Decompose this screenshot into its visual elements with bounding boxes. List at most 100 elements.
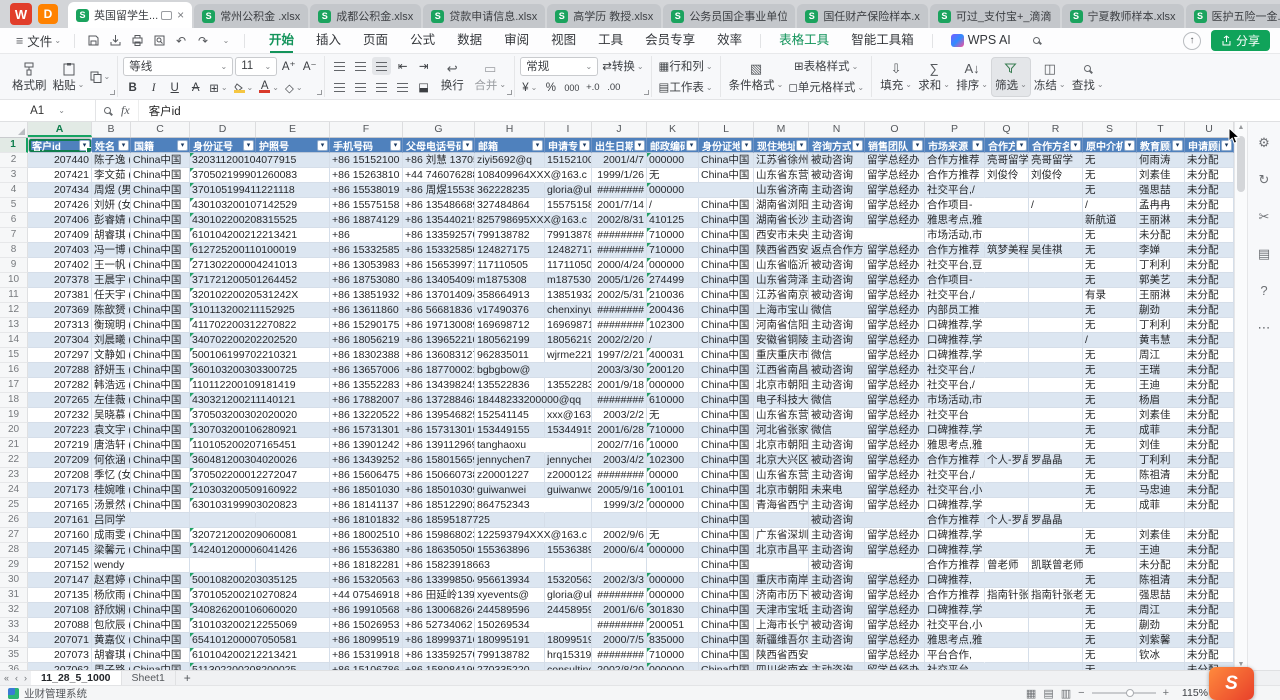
cell-F27[interactable]: +86 18002510 — [330, 528, 403, 543]
row-header-22[interactable]: 22 — [0, 453, 28, 468]
cell-C27[interactable]: China中国 — [131, 528, 190, 543]
align-right-button[interactable] — [372, 78, 391, 96]
cell-S8[interactable]: 无 — [1083, 243, 1137, 258]
cell-B11[interactable]: 任天宇 (女) — [92, 288, 131, 303]
paste-button[interactable]: 粘贴⌄ — [50, 57, 88, 97]
cell-U35[interactable]: 未分配 — [1185, 648, 1234, 663]
cell-C21[interactable]: China中国 — [131, 438, 190, 453]
cell-J32[interactable]: 2001/6/6 — [592, 603, 647, 618]
cell-L8[interactable]: China中国 — [699, 243, 754, 258]
cell-D23[interactable]: 370502200012272047 — [190, 468, 256, 483]
cell-G4[interactable]: +86 周煜155380 — [403, 183, 475, 198]
cell-F30[interactable]: +86 15320563 — [330, 573, 403, 588]
cell-R18[interactable] — [1029, 393, 1083, 408]
cell-D7[interactable]: 610104200212213421 — [190, 228, 256, 243]
column-header-L[interactable]: L — [699, 122, 754, 137]
cell-O4[interactable]: 留学总经办 — [865, 183, 925, 198]
cell-G8[interactable]: +86 15332585001 — [403, 243, 475, 258]
cell-T27[interactable]: 刘素佳 — [1137, 528, 1185, 543]
cell-J25[interactable]: 1999/3/2 — [592, 498, 647, 513]
vertical-scrollbar[interactable]: ▲ ▼ — [1234, 122, 1247, 670]
underline-button[interactable]: U — [165, 79, 184, 97]
decrease-decimal-button[interactable]: .00 — [604, 79, 623, 97]
cell-K35[interactable]: 710000 — [647, 648, 699, 663]
cell-N30[interactable]: 主动咨询 — [809, 573, 865, 588]
cell-B8[interactable]: 冯一博 (男) — [92, 243, 131, 258]
cell-J4[interactable]: ######## — [592, 183, 647, 198]
clipboard-expand-icon[interactable] — [110, 90, 115, 95]
cell-G20[interactable]: +86 15731301693 — [403, 423, 475, 438]
cell-J2[interactable]: 2001/4/7 — [592, 153, 647, 168]
row-header-5[interactable]: 5 — [0, 198, 28, 213]
cell-D33[interactable]: 310103200212255069 — [190, 618, 256, 633]
cell-U6[interactable]: 未分配 — [1185, 213, 1234, 228]
cell-H32[interactable]: 244589596 — [475, 603, 545, 618]
cell-T30[interactable]: 陈祖清 — [1137, 573, 1185, 588]
cell-S26[interactable] — [1083, 513, 1137, 528]
column-header-C[interactable]: C — [131, 122, 190, 137]
filter-dropdown-icon[interactable]: ▾ — [177, 140, 188, 151]
cell-P8[interactable]: 合作方推荐 — [925, 243, 985, 258]
cell-Q13[interactable] — [985, 318, 1029, 333]
cell-N20[interactable]: 微信 — [809, 423, 865, 438]
cell-R28[interactable] — [1029, 543, 1083, 558]
filter-dropdown-icon[interactable]: ▾ — [1124, 140, 1135, 151]
row-header-31[interactable]: 31 — [0, 588, 28, 603]
cell-T5[interactable]: 孟冉冉 — [1137, 198, 1185, 213]
cell-M8[interactable]: 陕西省西安 — [754, 243, 809, 258]
cell-F22[interactable]: +86 13439252 — [330, 453, 403, 468]
cell-R31[interactable]: 指南针张老 — [1029, 588, 1083, 603]
cell-A24[interactable]: 207173 — [28, 483, 92, 498]
header-cell-C[interactable]: 国籍▾ — [131, 138, 190, 153]
cell-J11[interactable]: 2002/5/31 — [592, 288, 647, 303]
cell-R36[interactable] — [1029, 663, 1083, 670]
cell-P28[interactable]: 口碑推荐,学 — [925, 543, 985, 558]
cell-L35[interactable]: China中国 — [699, 648, 754, 663]
cell-O35[interactable]: 留学总经办 — [865, 648, 925, 663]
cell-K11[interactable]: 210036 — [647, 288, 699, 303]
cell-O18[interactable]: 留学总经办 — [865, 393, 925, 408]
cell-O24[interactable]: 留学总经办 — [865, 483, 925, 498]
cell-C24[interactable]: China中国 — [131, 483, 190, 498]
cell-D25[interactable]: 630103199903020823 — [190, 498, 256, 513]
cell-M17[interactable]: 北京市朝阳 — [754, 378, 809, 393]
cell-P4[interactable]: 社交平台,/ — [925, 183, 985, 198]
fx-icon[interactable]: fx — [121, 103, 130, 118]
cell-G18[interactable]: +86 13728846803 — [403, 393, 475, 408]
filter-dropdown-icon[interactable]: ▾ — [796, 140, 807, 151]
cell-T21[interactable]: 刘佳 — [1137, 438, 1185, 453]
row-header-20[interactable]: 20 — [0, 423, 28, 438]
cell-B27[interactable]: 成雨雯 (女) — [92, 528, 131, 543]
cell-J24[interactable]: 2005/9/16 — [592, 483, 647, 498]
cell-N24[interactable]: 未来电 — [809, 483, 865, 498]
cell-D14[interactable]: 340702200202202520 — [190, 333, 256, 348]
cell-M7[interactable]: 西安市未央 — [754, 228, 809, 243]
cell-I16[interactable] — [545, 363, 592, 378]
cell-M18[interactable]: 电子科技大 — [754, 393, 809, 408]
cell-H2[interactable]: ziyi5692@q — [475, 153, 545, 168]
cell-N3[interactable]: 被动咨询 — [809, 168, 865, 183]
zoom-in-icon[interactable]: + — [1163, 687, 1169, 699]
cell-H25[interactable]: 864752343 — [475, 498, 545, 513]
cell-U3[interactable]: 未分配 — [1185, 168, 1234, 183]
cell-P36[interactable]: 社交平台 — [925, 663, 985, 670]
share-button[interactable]: 分享 — [1211, 30, 1270, 51]
cell-P5[interactable]: 合作项目- — [925, 198, 985, 213]
cell-T12[interactable]: 蒯劲 — [1137, 303, 1185, 318]
cell-I31[interactable]: gloria@uki — [545, 588, 592, 603]
cell-N17[interactable]: 主动咨询 — [809, 378, 865, 393]
cell-Q15[interactable] — [985, 348, 1029, 363]
cell-O11[interactable]: 留学总经办 — [865, 288, 925, 303]
cell-R15[interactable] — [1029, 348, 1083, 363]
clear-format-button[interactable]: ◇⌄ — [283, 79, 305, 97]
sum-button[interactable]: ∑ 求和⌄ — [915, 57, 953, 97]
cell-J29[interactable] — [592, 558, 647, 573]
cell-G31[interactable]: +86 田延岭13954 — [403, 588, 475, 603]
cell-N33[interactable]: 被动咨询 — [809, 618, 865, 633]
cell-H21[interactable]: tanghaoxu — [475, 438, 545, 453]
cell-C4[interactable]: China中国 — [131, 183, 190, 198]
cell-L17[interactable]: China中国 — [699, 378, 754, 393]
cell-S21[interactable]: 无 — [1083, 438, 1137, 453]
cell-L30[interactable]: China中国 — [699, 573, 754, 588]
cell-F6[interactable]: +86 18874129 — [330, 213, 403, 228]
